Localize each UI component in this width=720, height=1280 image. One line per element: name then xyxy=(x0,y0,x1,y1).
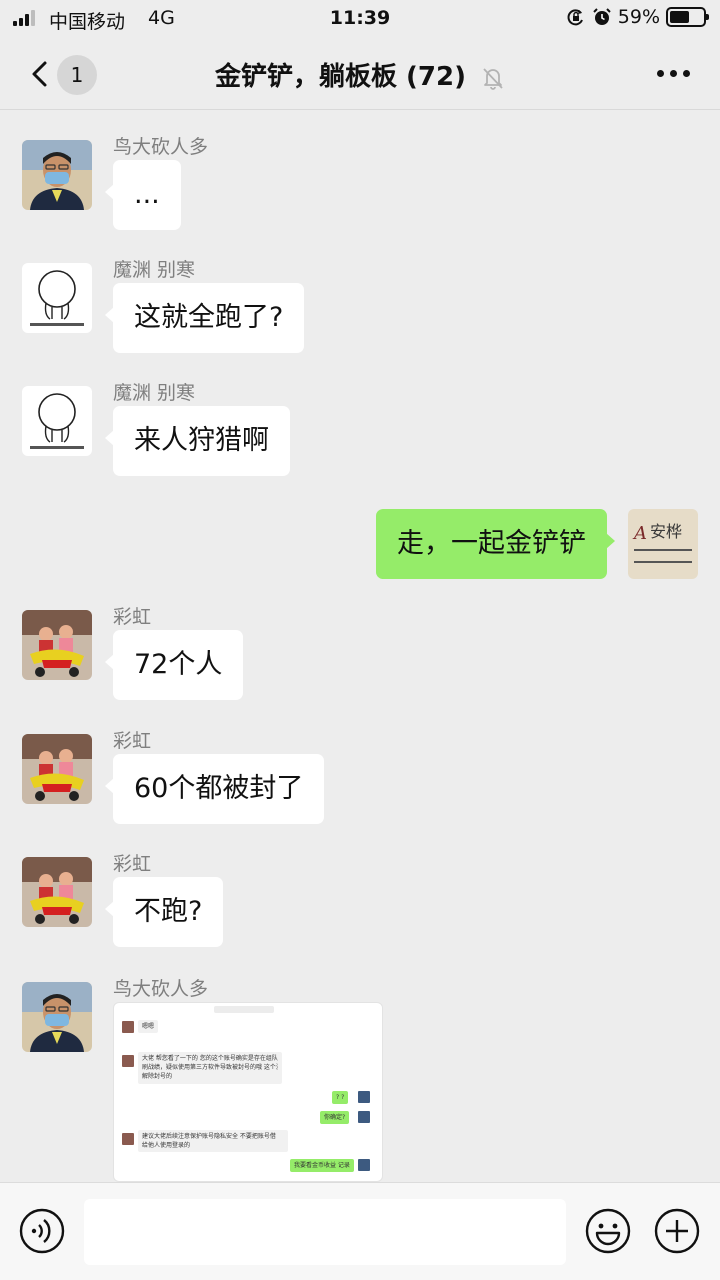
alarm-icon xyxy=(593,8,611,25)
image-avatar xyxy=(358,1111,370,1123)
image-text-line: 我要看金币收益 记录 xyxy=(290,1159,354,1172)
avatar-sketch-character[interactable] xyxy=(22,386,92,456)
avatar-man-with-mask[interactable] xyxy=(22,982,92,1052)
message-bubble[interactable]: 走，一起金铲铲 xyxy=(376,509,615,579)
image-text-line: 给他人使用登录的 xyxy=(142,1142,191,1149)
avatar-children-on-tricycle[interactable] xyxy=(22,857,92,927)
battery-level-fill xyxy=(670,11,689,23)
image-text-line: 刷战绩，疑似使用第三方软件导致被封号的哦 这个没办法 xyxy=(142,1064,278,1071)
image-avatar xyxy=(358,1159,370,1171)
image-text-line: ? ? xyxy=(332,1091,349,1104)
message-bubble[interactable]: 不跑? xyxy=(104,877,224,947)
image-text-line: 大佬 帮您看了一下的 您的这个账号确实是存在组队 xyxy=(142,1055,278,1062)
mute-bell-icon xyxy=(483,67,503,90)
battery-icon xyxy=(666,7,709,27)
image-avatar xyxy=(122,1133,134,1145)
sender-name: 彩虹 xyxy=(113,730,152,752)
avatar-children-on-tricycle[interactable] xyxy=(22,734,92,804)
svg-text:A: A xyxy=(632,523,647,544)
logo-text: 安桦 xyxy=(650,522,682,541)
image-bubble: 大佬 帮您看了一下的 您的这个账号确实是存在组队 刷战绩，疑似使用第三方软件导致… xyxy=(138,1052,282,1084)
sender-name: 鸟大砍人多 xyxy=(113,978,209,1000)
sender-name: 彩虹 xyxy=(113,853,152,875)
image-text-line: 你确定? xyxy=(320,1111,350,1124)
message-bubble[interactable]: 来人狩猎啊 xyxy=(105,406,290,476)
avatar-anhua-logo[interactable]: A 安桦 xyxy=(628,509,698,579)
sender-name: 鸟大砍人多 xyxy=(113,136,209,158)
image-text-line: 解除封号的 xyxy=(142,1073,173,1080)
image-text-line: 建议大佬后续注意保护账号隐私安全 不要把账号借 xyxy=(142,1133,276,1140)
image-message[interactable]: 嗯嗯 大佬 帮您看了一下的 您的这个账号确实是存在组队 刷战绩，疑似使用第三方软… xyxy=(113,1002,383,1182)
input-bar xyxy=(0,1182,720,1280)
image-bubble: 建议大佬后续注意保护账号隐私安全 不要把账号借 给他人使用登录的 xyxy=(138,1130,288,1152)
avatar-sketch-character[interactable] xyxy=(22,263,92,333)
image-avatar xyxy=(122,1055,134,1067)
emoji-icon[interactable] xyxy=(584,1207,632,1255)
message-bubble[interactable]: 这就全跑了? xyxy=(104,283,305,353)
image-timestamp-bar xyxy=(214,1006,274,1013)
more-dots-icon[interactable] xyxy=(657,70,690,77)
message-input[interactable] xyxy=(84,1199,566,1265)
sender-name: 魔渊 别寒 xyxy=(113,382,196,404)
sender-name: 彩虹 xyxy=(113,606,152,628)
chat-title-wrap[interactable]: 金铲铲，躺板板 (72) xyxy=(0,56,720,93)
status-bar: 中国移动 4G 11:39 59% xyxy=(0,0,720,38)
avatar-children-on-tricycle[interactable] xyxy=(22,610,92,680)
message-bubble[interactable]: 60个都被封了 xyxy=(104,754,325,824)
message-bubble[interactable]: ... xyxy=(105,160,181,230)
chat-header: 1 金铲铲，躺板板 (72) xyxy=(0,38,720,110)
message-bubble[interactable]: 72个人 xyxy=(104,630,244,700)
voice-icon[interactable] xyxy=(18,1207,66,1255)
chat-title: 金铲铲，躺板板 (72) xyxy=(214,62,466,92)
orientation-lock-icon xyxy=(567,9,583,26)
sender-name: 魔渊 别寒 xyxy=(113,259,196,281)
image-text-line: 嗯嗯 xyxy=(138,1020,159,1033)
battery-percent: 59% xyxy=(617,6,660,28)
avatar-man-with-mask[interactable] xyxy=(22,140,92,210)
image-avatar xyxy=(122,1021,134,1033)
plus-icon[interactable] xyxy=(653,1207,701,1255)
image-avatar xyxy=(358,1091,370,1103)
